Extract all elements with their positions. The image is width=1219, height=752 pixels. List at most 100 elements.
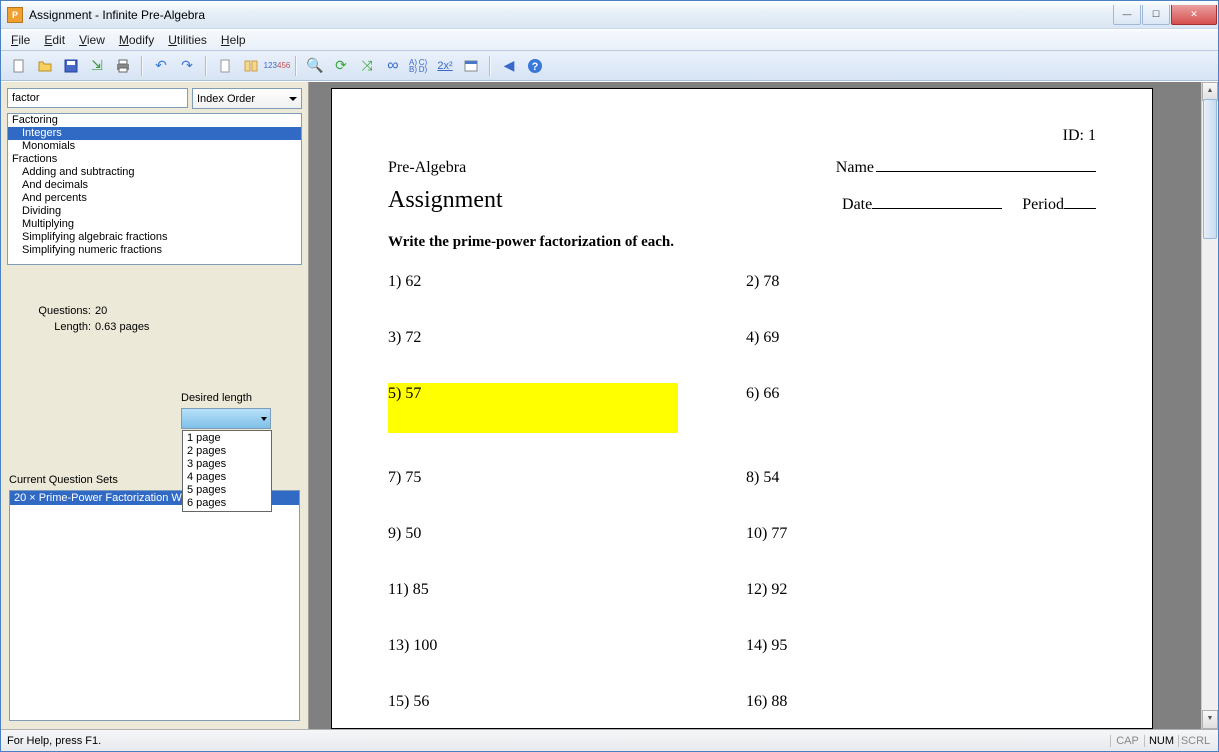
page-icon[interactable] (215, 56, 235, 76)
toolbar-separator (205, 56, 207, 76)
question[interactable]: 6) 66 (746, 383, 1096, 433)
prev-icon[interactable]: ◀ (499, 56, 519, 76)
status-text: For Help, press F1. (7, 735, 1110, 747)
question[interactable]: 15) 56 (388, 691, 738, 713)
question[interactable]: 16) 88 (746, 691, 1096, 713)
scale-icon[interactable]: 2x² (435, 56, 455, 76)
main-area: Index Order FactoringIntegersMonomialsFr… (1, 81, 1218, 729)
question[interactable]: 10) 77 (746, 523, 1096, 545)
question[interactable]: 8) 54 (746, 467, 1096, 489)
topic-tree[interactable]: FactoringIntegersMonomialsFractionsAddin… (7, 113, 302, 265)
assignment-title: Assignment (388, 187, 503, 214)
maximize-button[interactable]: ☐ (1142, 5, 1170, 25)
dropdown-option[interactable]: 5 pages (183, 484, 271, 497)
svg-text:?: ? (532, 61, 539, 73)
titlebar: P Assignment - Infinite Pre-Algebra — ☐ … (1, 1, 1218, 29)
minimize-button[interactable]: — (1113, 5, 1141, 25)
window-title: Assignment - Infinite Pre-Algebra (29, 8, 1113, 22)
desired-length-select[interactable]: 1 page2 pages3 pages4 pages5 pages6 page… (181, 408, 271, 429)
question[interactable]: 3) 72 (388, 327, 738, 349)
question[interactable]: 11) 85 (388, 579, 738, 601)
num-indicator: NUM (1144, 735, 1178, 747)
search-input[interactable] (7, 88, 188, 108)
tree-item[interactable]: Integers (8, 127, 301, 140)
scroll-thumb[interactable] (1203, 99, 1217, 239)
question[interactable]: 4) 69 (746, 327, 1096, 349)
dropdown-option[interactable]: 4 pages (183, 471, 271, 484)
tree-item[interactable]: Factoring (8, 114, 301, 127)
toolbar-separator (141, 56, 143, 76)
length-label: Length: (31, 319, 91, 335)
question-grid: 1) 62 2) 78 3) 72 4) 69 5) 57 6) 66 7) 75 8) 54… (388, 271, 1096, 729)
regen-icon[interactable]: ⟳ (331, 56, 351, 76)
dropdown-option[interactable]: 6 pages (183, 497, 271, 510)
columns-icon[interactable] (241, 56, 261, 76)
dropdown-option[interactable]: 2 pages (183, 445, 271, 458)
help-icon[interactable]: ? (525, 56, 545, 76)
dropdown-option[interactable]: 1 page (183, 432, 271, 445)
page: ID: 1 Pre-Algebra Name Assignment DatePe… (331, 88, 1153, 729)
toolbar-separator (295, 56, 297, 76)
instructions: Write the prime-power factorization of e… (388, 234, 1096, 251)
tree-item[interactable]: Fractions (8, 153, 301, 166)
tree-item[interactable]: Dividing (8, 205, 301, 218)
tree-item[interactable]: Simplifying numeric fractions (8, 244, 301, 257)
tree-item[interactable]: Monomials (8, 140, 301, 153)
subject: Pre-Algebra (388, 159, 466, 177)
tree-item[interactable]: Multiplying (8, 218, 301, 231)
toolbar-separator (489, 56, 491, 76)
menubar: File Edit View Modify Utilities Help (1, 29, 1218, 51)
menu-edit[interactable]: Edit (44, 33, 65, 47)
scramble-icon[interactable]: ⤨ (357, 56, 377, 76)
question[interactable]: 12) 92 (746, 579, 1096, 601)
preview-scrollbar[interactable] (1201, 82, 1218, 729)
choices-icon[interactable]: A) B)C) D) (409, 56, 429, 76)
app-window: P Assignment - Infinite Pre-Algebra — ☐ … (0, 0, 1219, 752)
tree-item[interactable]: And decimals (8, 179, 301, 192)
menu-modify[interactable]: Modify (119, 33, 154, 47)
sidebar: Index Order FactoringIntegersMonomialsFr… (1, 82, 309, 729)
open-icon[interactable] (35, 56, 55, 76)
sort-select[interactable]: Index Order (192, 88, 302, 109)
cap-indicator: CAP (1110, 735, 1144, 747)
question[interactable]: 13) 100 (388, 635, 738, 657)
length-value: 0.63 pages (95, 321, 149, 333)
questions-label: Questions: (31, 303, 91, 319)
desired-length-block: Desired length 1 page2 pages3 pages4 pag… (181, 392, 271, 429)
numbers-icon[interactable]: 123456 (267, 56, 287, 76)
document-preview: ID: 1 Pre-Algebra Name Assignment DatePe… (309, 82, 1218, 729)
tree-item[interactable]: Adding and subtracting (8, 166, 301, 179)
menu-help[interactable]: Help (221, 33, 246, 47)
undo-icon[interactable]: ↶ (151, 56, 171, 76)
tree-item[interactable]: And percents (8, 192, 301, 205)
question[interactable]: 5) 57 (388, 383, 678, 433)
question[interactable]: 2) 78 (746, 271, 1096, 293)
question-sets-list[interactable]: 20 × Prime-Power Factorization Wi (9, 490, 300, 721)
new-icon[interactable] (9, 56, 29, 76)
print-icon[interactable] (113, 56, 133, 76)
name-field: Name (836, 159, 1096, 177)
date-period: DatePeriod (842, 196, 1096, 214)
menu-utilities[interactable]: Utilities (168, 33, 207, 47)
dropdown-option[interactable]: 3 pages (183, 458, 271, 471)
menu-view[interactable]: View (79, 33, 105, 47)
question[interactable]: 7) 75 (388, 467, 738, 489)
desired-length-dropdown[interactable]: 1 page2 pages3 pages4 pages5 pages6 page… (182, 430, 272, 512)
scrl-indicator: SCRL (1178, 735, 1212, 747)
statusbar: For Help, press F1. CAP NUM SCRL (1, 729, 1218, 751)
question[interactable]: 9) 50 (388, 523, 738, 545)
zoom-icon[interactable]: 🔍 (305, 56, 325, 76)
merge-icon[interactable]: ⇲ (87, 56, 107, 76)
tree-item[interactable]: Simplifying algebraic fractions (8, 231, 301, 244)
question[interactable]: 14) 95 (746, 635, 1096, 657)
question[interactable]: 1) 62 (388, 271, 738, 293)
save-icon[interactable] (61, 56, 81, 76)
redo-icon[interactable]: ↷ (177, 56, 197, 76)
window-icon[interactable] (461, 56, 481, 76)
app-icon: P (7, 7, 23, 23)
toolbar: ⇲ ↶ ↷ 123456 🔍 ⟳ ⤨ ∞ A) B)C) D) 2x² ◀ ? (1, 51, 1218, 81)
menu-file[interactable]: File (11, 33, 30, 47)
infinity-icon[interactable]: ∞ (383, 56, 403, 76)
desired-length-label: Desired length (181, 392, 271, 404)
close-button[interactable]: ✕ (1171, 5, 1217, 25)
